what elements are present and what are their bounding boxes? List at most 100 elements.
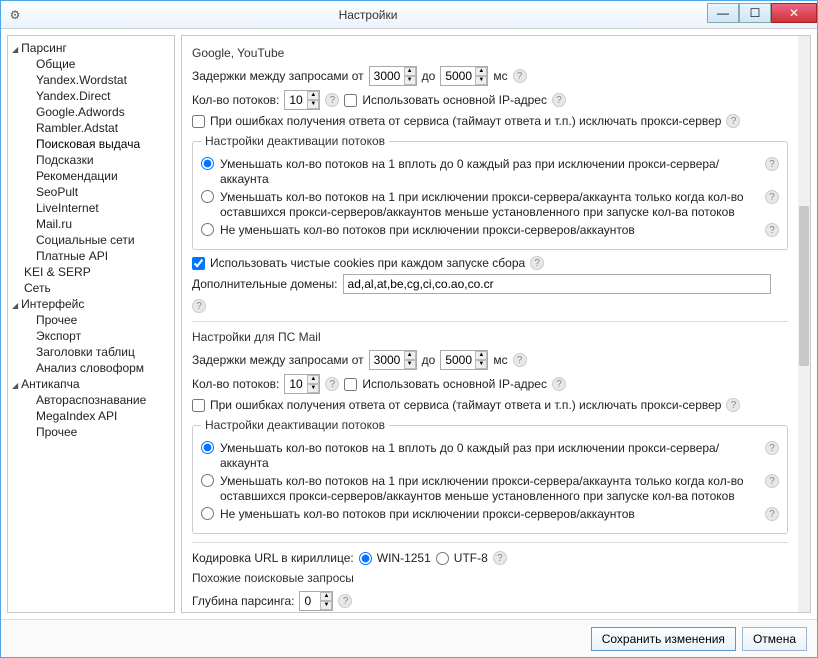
help-icon[interactable]: ?	[513, 69, 527, 83]
tree-item[interactable]: Социальные сети	[10, 232, 172, 248]
deact-r3-label: Не уменьшать кол-во потоков при исключен…	[220, 507, 759, 522]
mail-deact-r3[interactable]	[201, 507, 214, 520]
sidebar-tree[interactable]: Парсинг Общие Yandex.Wordstat Yandex.Dir…	[7, 35, 175, 613]
maximize-button[interactable]: ☐	[739, 3, 771, 23]
enc-win1251-label: WIN-1251	[377, 551, 431, 565]
tree-item[interactable]: Google.Adwords	[10, 104, 172, 120]
clean-cookies-label: Использовать чистые cookies при каждом з…	[210, 256, 525, 270]
deact-r1-label: Уменьшать кол-во потоков на 1 вплоть до …	[220, 441, 759, 471]
enc-utf8[interactable]	[436, 552, 449, 565]
mail-exclude-proxy[interactable]	[192, 399, 205, 412]
spinner-icon[interactable]: ▲▼	[475, 67, 487, 85]
tree-item[interactable]: Yandex.Wordstat	[10, 72, 172, 88]
help-icon[interactable]: ?	[552, 377, 566, 391]
window-title: Настройки	[29, 8, 707, 22]
deact-r1-label: Уменьшать кол-во потоков на 1 вплоть до …	[220, 157, 759, 187]
tree-item[interactable]: Подсказки	[10, 152, 172, 168]
tree-anticaptcha[interactable]: Антикапча	[10, 376, 172, 392]
exclude-proxy-label: При ошибках получения ответа от сервиса …	[210, 398, 721, 412]
mail-use-main-ip[interactable]	[344, 378, 357, 391]
tree-item[interactable]: Платные API	[10, 248, 172, 264]
spinner-icon[interactable]: ▲▼	[307, 375, 319, 393]
help-icon[interactable]: ?	[765, 190, 779, 204]
delay-label: Задержки между запросами от	[192, 69, 364, 83]
tree-kei[interactable]: KEI & SERP	[10, 264, 172, 280]
tree-item[interactable]: Заголовки таблиц	[10, 344, 172, 360]
tree-item[interactable]: Анализ словоформ	[10, 360, 172, 376]
tree-item[interactable]: Автораспознавание	[10, 392, 172, 408]
tree-net[interactable]: Сеть	[10, 280, 172, 296]
spinner-icon[interactable]: ▲▼	[475, 351, 487, 369]
tree-parsing[interactable]: Парсинг	[10, 40, 172, 56]
scrollbar-thumb[interactable]	[799, 206, 809, 366]
help-icon[interactable]: ?	[338, 594, 352, 608]
deact-legend: Настройки деактивации потоков	[201, 418, 389, 432]
help-icon[interactable]: ?	[493, 551, 507, 565]
threads-label: Кол-во потоков:	[192, 93, 279, 107]
mail-deact-r1[interactable]	[201, 441, 214, 454]
deact-r3-label: Не уменьшать кол-во потоков при исключен…	[220, 223, 759, 238]
tree-item[interactable]: Рекомендации	[10, 168, 172, 184]
tree-item[interactable]: SeoPult	[10, 184, 172, 200]
gy-use-main-ip[interactable]	[344, 94, 357, 107]
tree-item[interactable]: Yandex.Direct	[10, 88, 172, 104]
use-main-ip-label: Использовать основной IP-адрес	[362, 377, 547, 391]
help-icon[interactable]: ?	[726, 114, 740, 128]
tree-item[interactable]: MegaIndex API	[10, 408, 172, 424]
help-icon[interactable]: ?	[765, 507, 779, 521]
help-icon[interactable]: ?	[765, 441, 779, 455]
section-mail: Настройки для ПС Mail	[192, 330, 788, 344]
gear-icon[interactable]: ⚙	[1, 8, 29, 22]
deact-legend: Настройки деактивации потоков	[201, 134, 389, 148]
help-icon[interactable]: ?	[552, 93, 566, 107]
scrollbar[interactable]	[798, 36, 810, 612]
spinner-icon[interactable]: ▲▼	[404, 67, 416, 85]
help-icon[interactable]: ?	[726, 398, 740, 412]
help-icon[interactable]: ?	[325, 93, 339, 107]
help-icon[interactable]: ?	[765, 223, 779, 237]
gy-deact-r2[interactable]	[201, 190, 214, 203]
help-icon[interactable]: ?	[765, 474, 779, 488]
tree-item[interactable]: Rambler.Adstat	[10, 120, 172, 136]
tree-item[interactable]: Прочее	[10, 424, 172, 440]
help-icon[interactable]: ?	[325, 377, 339, 391]
tree-item[interactable]: Экспорт	[10, 328, 172, 344]
gy-exclude-proxy[interactable]	[192, 115, 205, 128]
enc-win1251[interactable]	[359, 552, 372, 565]
deact-r2-label: Уменьшать кол-во потоков на 1 при исключ…	[220, 190, 759, 220]
help-icon[interactable]: ?	[513, 353, 527, 367]
threads-label: Кол-во потоков:	[192, 377, 279, 391]
tree-item[interactable]: Mail.ru	[10, 216, 172, 232]
titlebar: ⚙ Настройки — ☐ ✕	[1, 1, 817, 29]
tree-item[interactable]: Прочее	[10, 312, 172, 328]
close-button[interactable]: ✕	[771, 3, 817, 23]
gy-clean-cookies[interactable]	[192, 257, 205, 270]
exclude-proxy-label: При ошибках получения ответа от сервиса …	[210, 114, 721, 128]
use-main-ip-label: Использовать основной IP-адрес	[362, 93, 547, 107]
tree-item[interactable]: Общие	[10, 56, 172, 72]
deact-r2-label: Уменьшать кол-во потоков на 1 при исключ…	[220, 474, 759, 504]
gy-deact-r3[interactable]	[201, 223, 214, 236]
similar-title: Похожие поисковые запросы	[192, 571, 788, 585]
mail-deact-r2[interactable]	[201, 474, 214, 487]
gy-deact-r1[interactable]	[201, 157, 214, 170]
tree-item-selected[interactable]: Поисковая выдача	[10, 136, 172, 152]
gy-extra-domains[interactable]	[343, 274, 771, 294]
extra-domains-label: Дополнительные домены:	[192, 277, 338, 291]
spinner-icon[interactable]: ▲▼	[404, 351, 416, 369]
spinner-icon[interactable]: ▲▼	[307, 91, 319, 109]
cancel-button[interactable]: Отмена	[742, 627, 807, 651]
minimize-button[interactable]: —	[707, 3, 739, 23]
help-icon[interactable]: ?	[192, 299, 206, 313]
spinner-icon[interactable]: ▲▼	[320, 592, 332, 610]
tree-interface[interactable]: Интерфейс	[10, 296, 172, 312]
depth-label: Глубина парсинга:	[192, 594, 294, 608]
help-icon[interactable]: ?	[765, 157, 779, 171]
save-button[interactable]: Сохранить изменения	[591, 627, 736, 651]
tree-item[interactable]: LiveInternet	[10, 200, 172, 216]
mail-deactivation-fieldset: Настройки деактивации потоков Уменьшать …	[192, 418, 788, 534]
to-label: до	[422, 69, 436, 83]
help-icon[interactable]: ?	[530, 256, 544, 270]
ms-label: мс	[493, 353, 507, 367]
section-google-youtube: Google, YouTube	[192, 46, 788, 60]
